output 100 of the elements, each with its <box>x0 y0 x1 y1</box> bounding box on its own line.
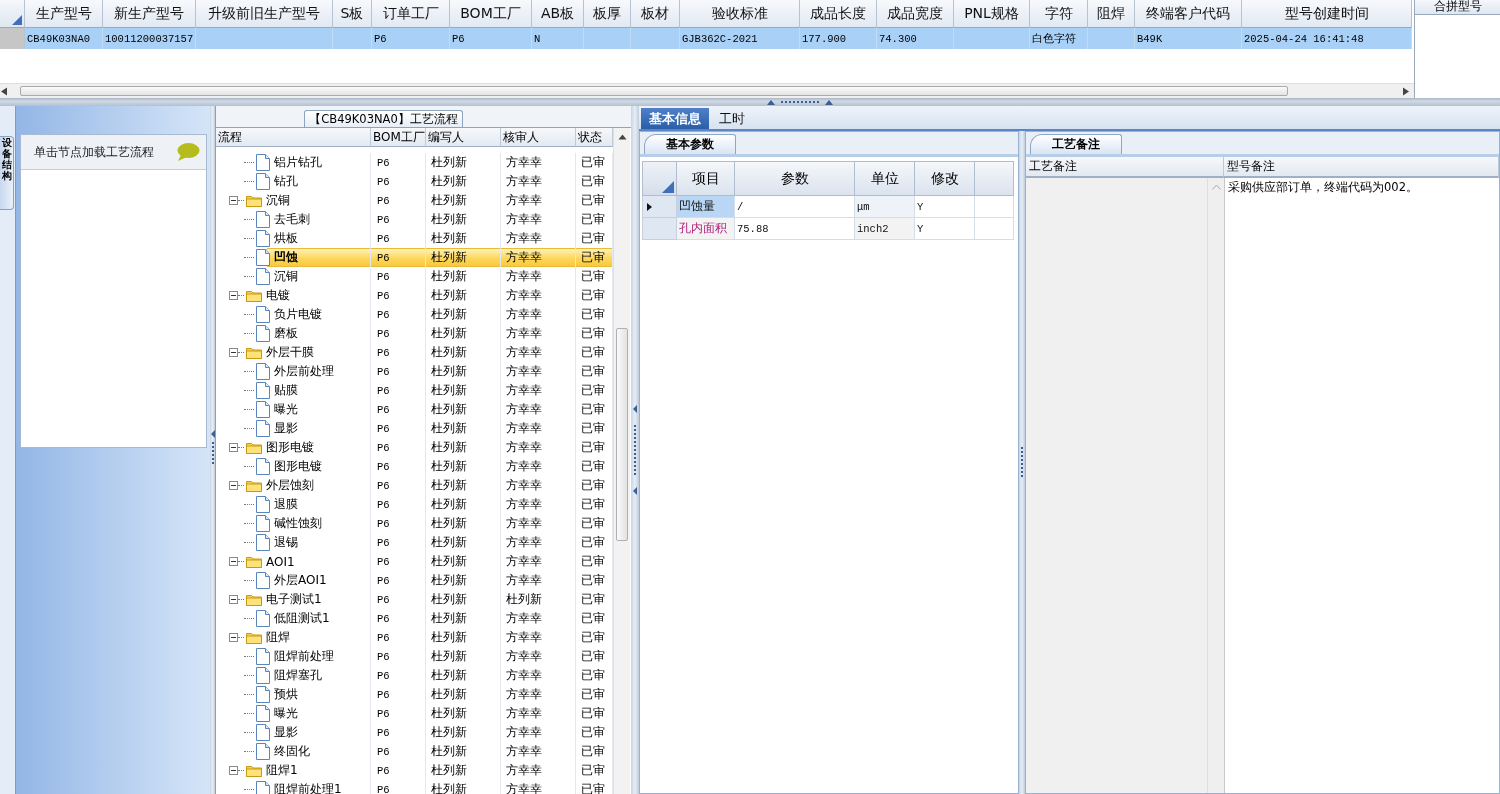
table-cell: 方幸幸 <box>501 742 576 761</box>
splitter-grip-icon[interactable] <box>633 405 637 495</box>
tab[interactable]: 工艺备注 <box>1030 134 1122 154</box>
column-header[interactable]: 字符 <box>1030 0 1088 28</box>
column-header[interactable]: 流程 <box>216 128 371 147</box>
tree-node-label[interactable]: 负片电镀 <box>274 306 322 323</box>
column-header[interactable]: 修改 <box>915 161 975 196</box>
vertical-scrollbar[interactable] <box>613 128 630 794</box>
column-header[interactable]: BOM工厂 <box>450 0 532 28</box>
column-header[interactable]: 核审人 <box>501 128 576 147</box>
tree-node-label[interactable]: 电子测试1 <box>266 591 322 608</box>
table-cell: 杜列新 <box>426 324 501 343</box>
table-cell: P6 <box>371 704 426 723</box>
collapse-icon[interactable] <box>229 291 238 300</box>
tree-node-label[interactable]: 低阻测试1 <box>274 610 330 627</box>
tree-node-label[interactable]: 退膜 <box>274 496 298 513</box>
column-header[interactable]: 成品宽度 <box>877 0 954 28</box>
column-header[interactable]: 升级前旧生产型号 <box>196 0 333 28</box>
tree-node-label[interactable]: 阻焊塞孔 <box>274 667 322 684</box>
tree-node-label[interactable]: 曝光 <box>274 401 298 418</box>
scroll-left-icon[interactable] <box>0 86 8 96</box>
document-icon <box>256 306 270 323</box>
tree-node-label[interactable]: 外层蚀刻 <box>266 477 314 494</box>
tree-node-label[interactable]: 图形电镀 <box>274 458 322 475</box>
tree-node-label[interactable]: 显影 <box>274 724 298 741</box>
table-cell: 杜列新 <box>426 780 501 794</box>
tree-node-label[interactable]: 终固化 <box>274 743 310 760</box>
tree-node-label[interactable]: 阻焊1 <box>266 762 298 779</box>
splitter-grip-icon[interactable] <box>767 99 833 105</box>
table-cell: 方幸幸 <box>501 552 576 571</box>
column-header[interactable]: 验收标准 <box>680 0 800 28</box>
column-header[interactable]: BOM工厂 <box>371 128 426 147</box>
collapse-icon[interactable] <box>229 766 238 775</box>
tree-node-label[interactable]: 显影 <box>274 420 298 437</box>
column-header[interactable]: 型号创建时间 <box>1242 0 1412 28</box>
tree-node-label[interactable]: AOI1 <box>266 554 295 569</box>
table-cell: 杜列新 <box>426 457 501 476</box>
collapse-icon[interactable] <box>229 481 238 490</box>
column-header[interactable]: 单位 <box>855 161 915 196</box>
tab[interactable]: 基本参数 <box>644 134 736 154</box>
tree-node-label[interactable]: 图形电镀 <box>266 439 314 456</box>
tree-node-label[interactable]: 凹蚀 <box>274 249 298 266</box>
column-header[interactable]: 新生产型号 <box>103 0 196 28</box>
tree-node-label[interactable]: 外层AOI1 <box>274 572 327 589</box>
scroll-up-icon[interactable] <box>617 134 627 140</box>
row-header[interactable] <box>642 196 677 218</box>
tree-node-label[interactable]: 阻焊前处理1 <box>274 781 342 794</box>
tree-node-label[interactable]: 曝光 <box>274 705 298 722</box>
column-header[interactable]: 参数 <box>735 161 855 196</box>
scroll-right-icon[interactable] <box>1402 86 1410 96</box>
horizontal-scrollbar[interactable] <box>0 83 1414 98</box>
side-tab[interactable]: 设备结构 <box>0 136 14 210</box>
vertical-scrollbar[interactable] <box>1207 178 1224 793</box>
column-header[interactable]: PNL规格 <box>954 0 1030 28</box>
column-header[interactable]: 订单工厂 <box>372 0 450 28</box>
tree-node-label[interactable]: 铝片钻孔 <box>274 154 322 171</box>
collapse-icon[interactable] <box>229 557 238 566</box>
column-header[interactable]: 状态 <box>576 128 613 147</box>
column-header[interactable]: 工艺备注 <box>1026 157 1224 178</box>
document-icon <box>256 667 270 684</box>
tree-node-label[interactable]: 退锡 <box>274 534 298 551</box>
column-header[interactable]: 生产型号 <box>25 0 103 28</box>
collapse-icon[interactable] <box>229 595 238 604</box>
column-header[interactable]: S板 <box>333 0 372 28</box>
column-header[interactable]: 板材 <box>631 0 680 28</box>
column-header[interactable]: 型号备注 <box>1224 157 1499 178</box>
tree-node-label[interactable]: 阻焊前处理 <box>274 648 334 665</box>
tree-node-label[interactable]: 碱性蚀刻 <box>274 515 322 532</box>
table-cell: B49K <box>1135 28 1242 49</box>
collapse-icon[interactable] <box>229 348 238 357</box>
tree-node-label[interactable]: 贴膜 <box>274 382 298 399</box>
scrollbar-thumb[interactable] <box>616 328 628 541</box>
column-header[interactable]: 编写人 <box>426 128 501 147</box>
tree-node-label[interactable]: 阻焊 <box>266 629 290 646</box>
table-cell: 杜列新 <box>426 172 501 191</box>
column-header[interactable]: 项目 <box>677 161 735 196</box>
column-header[interactable]: 成品长度 <box>800 0 877 28</box>
column-header[interactable]: 合拼型号 <box>1415 0 1500 15</box>
scrollbar-thumb[interactable] <box>20 86 1288 96</box>
collapse-icon[interactable] <box>229 443 238 452</box>
column-header[interactable]: 板厚 <box>584 0 631 28</box>
tree-node-label[interactable]: 烘板 <box>274 230 298 247</box>
tree-node-label[interactable]: 钻孔 <box>274 173 298 190</box>
column-header[interactable]: 阻焊 <box>1088 0 1135 28</box>
tree-node-label[interactable]: 电镀 <box>266 287 290 304</box>
tree-node-label[interactable]: 去毛刺 <box>274 211 310 228</box>
tree-node-label[interactable]: 沉铜 <box>274 268 298 285</box>
tree-node-label[interactable]: 预烘 <box>274 686 298 703</box>
column-header[interactable]: AB板 <box>532 0 584 28</box>
tree-node-label[interactable]: 沉铜 <box>266 192 290 209</box>
tree-node-label[interactable]: 外层前处理 <box>274 363 334 380</box>
tab[interactable]: 工时 <box>711 108 753 129</box>
table-cell: P6 <box>371 647 426 666</box>
table-cell: 方幸幸 <box>501 704 576 723</box>
column-header[interactable]: 终端客户代码 <box>1135 0 1242 28</box>
tree-node-label[interactable]: 磨板 <box>274 325 298 342</box>
collapse-icon[interactable] <box>229 196 238 205</box>
tab[interactable]: 基本信息 <box>641 108 709 129</box>
collapse-icon[interactable] <box>229 633 238 642</box>
tree-node-label[interactable]: 外层干膜 <box>266 344 314 361</box>
